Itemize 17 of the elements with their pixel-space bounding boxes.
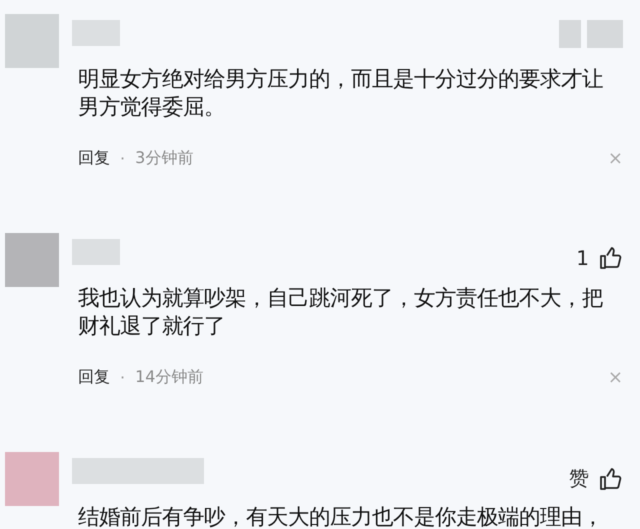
comment-text: 我也认为就算吵架，自己跳河死了，女方责任也不大，把财礼退了就行了 <box>78 285 604 341</box>
reply-link[interactable]: 回复 <box>78 148 110 168</box>
timestamp: 3分钟前 <box>135 148 194 168</box>
comment-text: 明显女方绝对给男方压力的，而且是十分过分的要求才让男方觉得委屈。 <box>78 66 604 122</box>
blurred-block <box>587 20 623 48</box>
like-count: 1 <box>576 246 589 270</box>
blurred-name <box>72 20 120 46</box>
timestamp: 14分钟前 <box>135 366 204 388</box>
reply-link[interactable]: 回复 <box>78 366 110 388</box>
separator-dot: · <box>120 148 126 168</box>
thumbs-up-icon[interactable] <box>599 466 623 490</box>
comment-text: 结婚前后有争吵，有天大的压力也不是你走极端的理由， <box>78 504 604 529</box>
separator-dot: · <box>120 368 126 386</box>
blurred-block <box>559 20 581 48</box>
blurred-name <box>72 239 120 265</box>
like-count: 赞 <box>569 465 589 492</box>
thumbs-up-icon[interactable] <box>599 246 623 270</box>
